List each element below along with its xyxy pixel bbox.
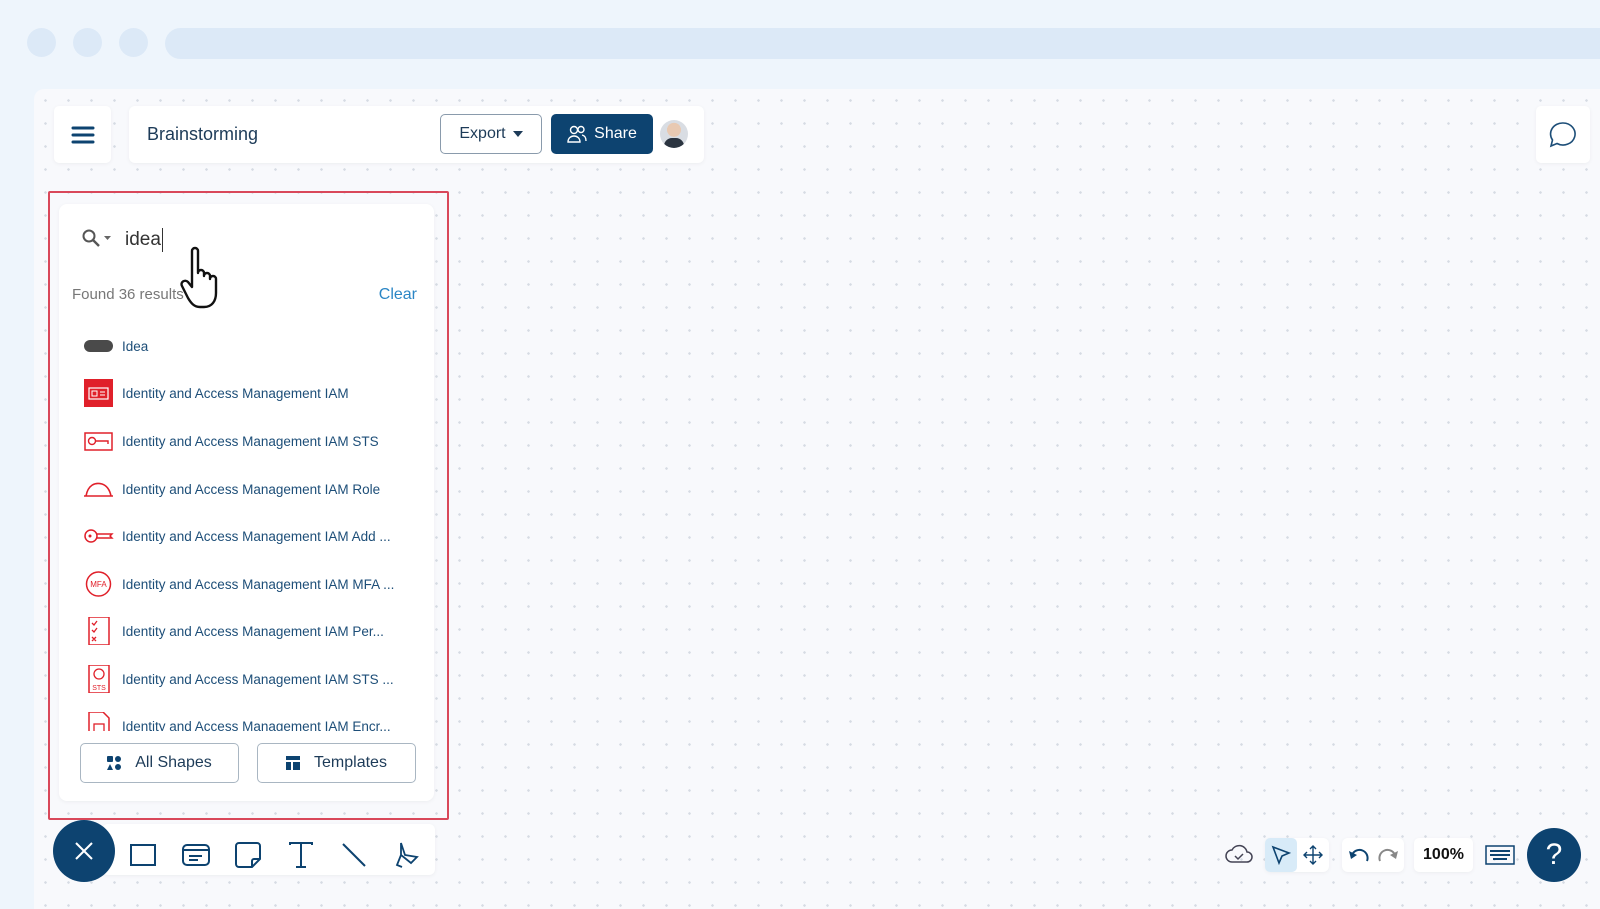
question-mark-icon: ?	[1545, 838, 1563, 871]
list-item-label: Identity and Access Management IAM MFA .…	[122, 576, 395, 592]
close-icon	[75, 842, 93, 860]
list-item-label: Identity and Access Management IAM STS .…	[122, 671, 394, 687]
avatar[interactable]	[660, 120, 688, 148]
history-tools	[1342, 838, 1404, 872]
text-tool[interactable]	[284, 838, 318, 872]
rectangle-icon	[130, 844, 156, 866]
move-arrows-icon	[1303, 845, 1323, 865]
list-item[interactable]: Identity and Access Management IAM Per..…	[83, 616, 384, 646]
redo-icon	[1377, 848, 1398, 862]
list-item-label: Idea	[122, 338, 149, 354]
undo-button[interactable]	[1342, 838, 1373, 872]
list-item[interactable]: Idea	[83, 331, 148, 361]
list-item-label: Identity and Access Management IAM STS	[122, 433, 379, 449]
close-toolbar-button[interactable]	[53, 820, 115, 882]
svg-text:STS: STS	[92, 685, 106, 692]
keyboard-shortcuts-button[interactable]	[1485, 845, 1515, 870]
iam-sts-document-icon: STS	[88, 665, 110, 693]
rectangle-tool[interactable]	[126, 838, 160, 872]
search-type-dropdown[interactable]	[81, 228, 111, 248]
iam-sts-key-card-icon	[84, 432, 113, 451]
search-input[interactable]: idea	[125, 228, 163, 252]
list-item[interactable]: MFA Identity and Access Management IAM M…	[83, 569, 394, 599]
templates-label: Templates	[314, 754, 387, 771]
users-icon	[567, 125, 587, 143]
comments-button[interactable]	[1536, 106, 1590, 163]
list-item[interactable]: Identity and Access Management IAM STS	[83, 426, 379, 456]
sticky-note-icon	[235, 842, 261, 868]
comment-bubble-icon	[1549, 121, 1576, 147]
list-item-label: Identity and Access Management IAM Role	[122, 481, 381, 497]
hand-cursor-icon	[180, 246, 218, 309]
menu-button[interactable]	[54, 106, 111, 163]
export-label: Export	[459, 125, 506, 142]
iam-permissions-checklist-icon	[88, 617, 110, 645]
iam-encrypted-document-icon	[88, 712, 110, 731]
iam-id-card-icon	[84, 379, 113, 407]
undo-icon	[1348, 848, 1369, 862]
template-layout-icon	[286, 756, 301, 770]
results-count: Found 36 results	[72, 286, 184, 303]
select-tool[interactable]	[1265, 838, 1297, 872]
text-icon	[289, 842, 313, 868]
shapes-grid-icon	[107, 756, 122, 770]
list-item-label: Identity and Access Management IAM Add .…	[122, 528, 391, 544]
templates-button[interactable]: Templates	[257, 743, 416, 783]
export-button[interactable]: Export	[440, 114, 542, 154]
cursor-arrow-icon	[1271, 845, 1291, 865]
iam-role-hardhat-icon	[84, 482, 113, 497]
svg-text:MFA: MFA	[90, 580, 107, 589]
pointer-tools	[1265, 838, 1329, 872]
share-button[interactable]: Share	[551, 114, 653, 154]
results-list[interactable]: Idea Identity and Access Management IAM …	[59, 329, 434, 731]
window-dot	[73, 28, 102, 57]
all-shapes-label: All Shapes	[135, 754, 212, 771]
all-shapes-button[interactable]: All Shapes	[80, 743, 239, 783]
redo-button[interactable]	[1373, 838, 1404, 872]
list-item-label: Identity and Access Management IAM Per..…	[122, 623, 384, 639]
pen-tool[interactable]	[389, 838, 423, 872]
pill-shape-icon	[84, 340, 113, 352]
list-item[interactable]: Identity and Access Management IAM	[83, 378, 349, 408]
sticky-note-tool[interactable]	[231, 838, 265, 872]
caret-down-icon	[104, 236, 111, 240]
card-icon	[182, 844, 210, 866]
caret-down-icon	[512, 131, 523, 137]
list-item[interactable]: Identity and Access Management IAM Encr.…	[83, 711, 391, 731]
pen-icon	[395, 842, 419, 868]
pan-tool[interactable]	[1297, 838, 1329, 872]
cloud-saved-icon	[1225, 842, 1253, 869]
hamburger-icon	[71, 126, 94, 143]
list-item[interactable]: Identity and Access Management IAM Add .…	[83, 521, 391, 551]
list-item[interactable]: STS Identity and Access Management IAM S…	[83, 664, 394, 694]
title-bar: Brainstorming Export Share	[129, 106, 704, 163]
list-item-label: Identity and Access Management IAM	[122, 385, 349, 401]
shape-search-panel: idea Found 36 results Clear Idea Identit…	[59, 204, 434, 801]
help-button[interactable]: ?	[1527, 828, 1581, 882]
zoom-level[interactable]: 100%	[1414, 838, 1473, 872]
line-tool[interactable]	[337, 838, 371, 872]
clear-link[interactable]: Clear	[379, 286, 417, 304]
share-label: Share	[594, 125, 637, 142]
address-bar	[165, 28, 1600, 59]
card-tool[interactable]	[179, 838, 213, 872]
window-dot	[27, 28, 56, 57]
list-item-label: Identity and Access Management IAM Encr.…	[122, 718, 391, 732]
search-icon	[82, 229, 100, 247]
document-title[interactable]: Brainstorming	[147, 124, 258, 145]
keyboard-icon	[1485, 845, 1515, 865]
iam-key-icon	[84, 529, 114, 543]
window-dot	[119, 28, 148, 57]
line-icon	[342, 843, 366, 867]
iam-mfa-icon: MFA	[85, 571, 112, 597]
list-item[interactable]: Identity and Access Management IAM Role	[83, 474, 380, 504]
